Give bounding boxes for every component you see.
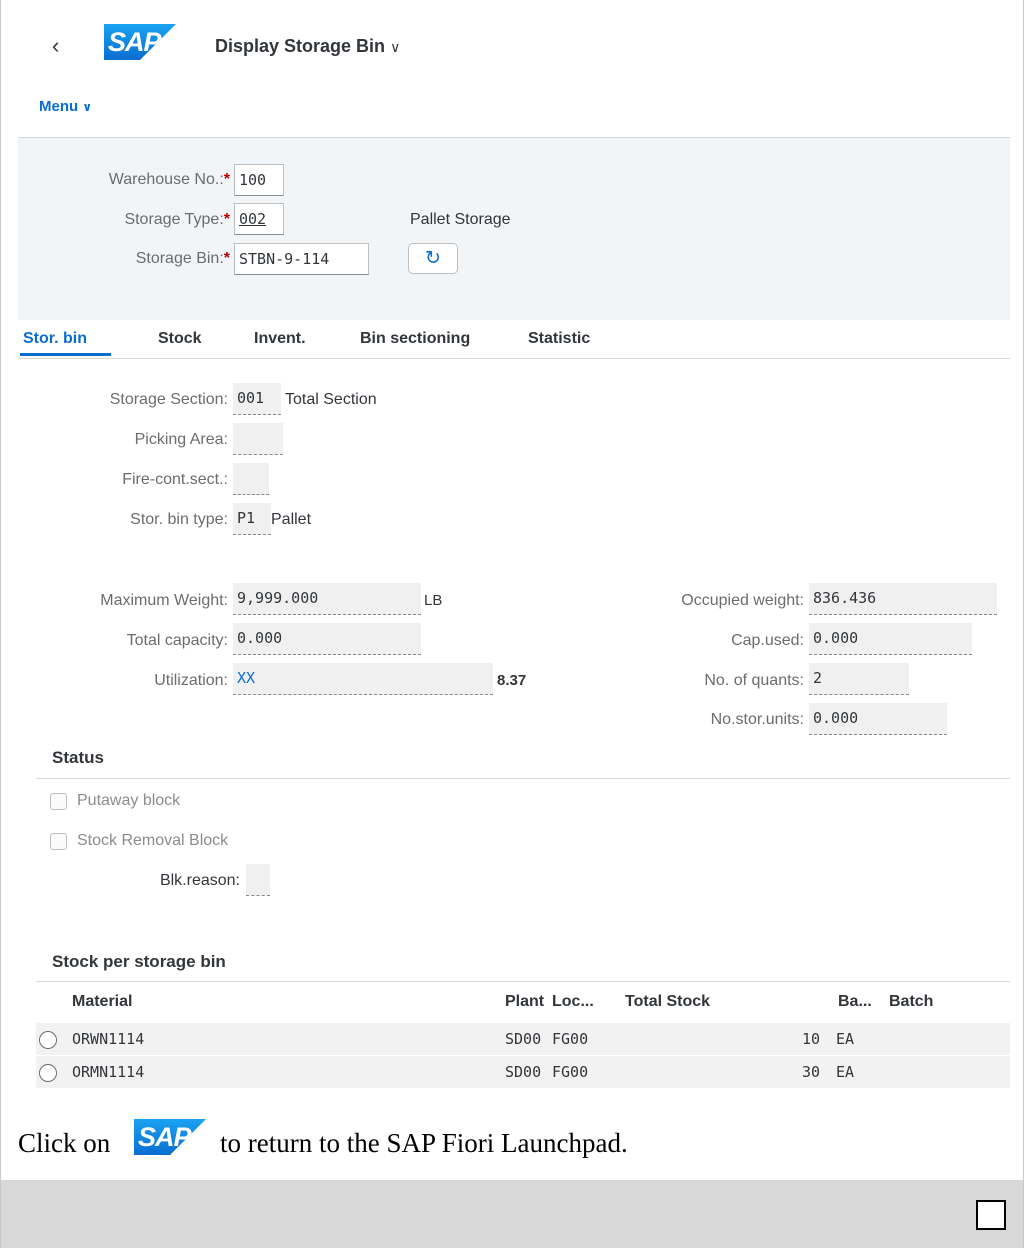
storage-bin-label: Storage Bin:* [135,250,230,267]
cell-base-unit: EA [836,1030,855,1048]
total-capacity-field: 0.000 [233,623,421,655]
refresh-icon: ↻ [425,248,441,269]
chevron-down-icon: ∨ [82,100,93,114]
col-batch[interactable]: Batch [889,993,933,1011]
storage-section-description: Total Section [285,391,377,408]
warehouse-label: Warehouse No.:* [108,171,230,188]
max-weight-unit: LB [424,592,443,609]
max-weight-field: 9,999.000 [233,583,421,615]
stock-removal-block-label: Stock Removal Block [77,832,229,849]
col-base-unit[interactable]: Ba... [838,993,872,1011]
storage-type-description: Pallet Storage [410,211,511,228]
occupied-weight-label: Occupied weight: [681,592,804,609]
utilization-label: Utilization: [154,672,228,689]
picking-area-label: Picking Area: [134,431,228,448]
blk-reason-field [246,864,270,896]
refresh-button[interactable]: ↻ [408,243,458,274]
col-plant[interactable]: Plant [505,993,544,1011]
fire-cont-sect-label: Fire-cont.sect.: [122,471,228,488]
tab-selected-indicator [20,353,111,356]
tab-stock[interactable]: Stock [158,330,202,348]
no-of-quants-label: No. of quants: [704,672,804,689]
caption-after: to return to the SAP Fiori Launchpad. [220,1128,628,1158]
cell-material: ORMN1114 [72,1063,145,1081]
status-divider [36,778,1010,779]
stor-bin-type-label: Stor. bin type: [130,511,228,528]
cell-base-unit: EA [836,1063,855,1081]
col-material[interactable]: Material [72,993,132,1011]
no-of-quants-field: 2 [809,663,909,695]
col-loc[interactable]: Loc... [552,993,594,1011]
no-stor-units-field: 0.000 [809,703,947,735]
cell-total-stock: 10 [801,1030,820,1048]
back-button[interactable]: ‹ [52,34,74,58]
tab-bin-sectioning[interactable]: Bin sectioning [360,330,470,348]
cell-loc: FG00 [552,1063,589,1081]
stor-bin-type-field: P1 [233,503,271,535]
chevron-down-icon: ∨ [390,39,401,55]
tab-stor-bin[interactable]: Stor. bin [23,330,87,348]
cell-plant: SD00 [505,1030,542,1048]
no-stor-units-label: No.stor.units: [710,711,804,728]
stor-bin-type-description: Pallet [271,511,312,528]
instruction-caption: Click on [18,1128,110,1159]
footer-bar [1,1180,1023,1248]
storage-type-input[interactable]: 002 [234,203,284,235]
tab-bar-divider [18,358,1010,359]
warehouse-input[interactable]: 100 [234,164,284,196]
app-title-button[interactable]: Display Storage Bin ∨ [215,36,400,57]
menu-label: Menu [39,98,79,115]
caption-before: Click on [18,1128,111,1158]
status-title: Status [52,748,104,767]
total-capacity-label: Total capacity: [126,632,228,649]
stock-table-divider [36,981,1010,982]
picking-area-field [233,423,283,455]
storage-section-field: 001 [233,383,281,415]
storage-bin-input[interactable]: STBN-9-114 [234,243,369,275]
step-checkbox[interactable] [976,1200,1006,1230]
utilization-percent: 8.37 [497,672,527,689]
app-title: Display Storage Bin [215,36,386,56]
putaway-block-label: Putaway block [77,792,181,809]
cell-total-stock: 30 [801,1063,820,1081]
occupied-weight-field: 836.436 [809,583,997,615]
utilization-field: XX [233,663,493,695]
col-total-stock[interactable]: Total Stock [625,993,710,1011]
cell-material: ORWN1114 [72,1030,145,1048]
stock-removal-block-checkbox[interactable] [50,833,67,850]
stock-table-title: Stock per storage bin [52,952,226,971]
cell-plant: SD00 [505,1063,542,1081]
storage-type-label: Storage Type:* [124,211,230,228]
row-select-radio[interactable] [39,1064,57,1082]
fire-cont-sect-field [233,463,269,495]
table-row[interactable]: ORMN1114 SD00 FG00 30 EA [36,1056,1010,1088]
tab-statistic[interactable]: Statistic [528,330,590,348]
row-select-radio[interactable] [39,1031,57,1049]
cap-used-field: 0.000 [809,623,972,655]
putaway-block-checkbox[interactable] [50,793,67,810]
cap-used-label: Cap.used: [731,632,804,649]
blk-reason-label: Blk.reason: [159,872,240,889]
menu-button[interactable]: Menu ∨ [39,98,92,115]
cell-loc: FG00 [552,1030,589,1048]
tab-invent[interactable]: Invent. [254,330,306,348]
storage-section-label: Storage Section: [109,391,228,408]
table-row[interactable]: ORWN1114 SD00 FG00 10 EA [36,1023,1010,1055]
max-weight-label: Maximum Weight: [100,592,228,609]
